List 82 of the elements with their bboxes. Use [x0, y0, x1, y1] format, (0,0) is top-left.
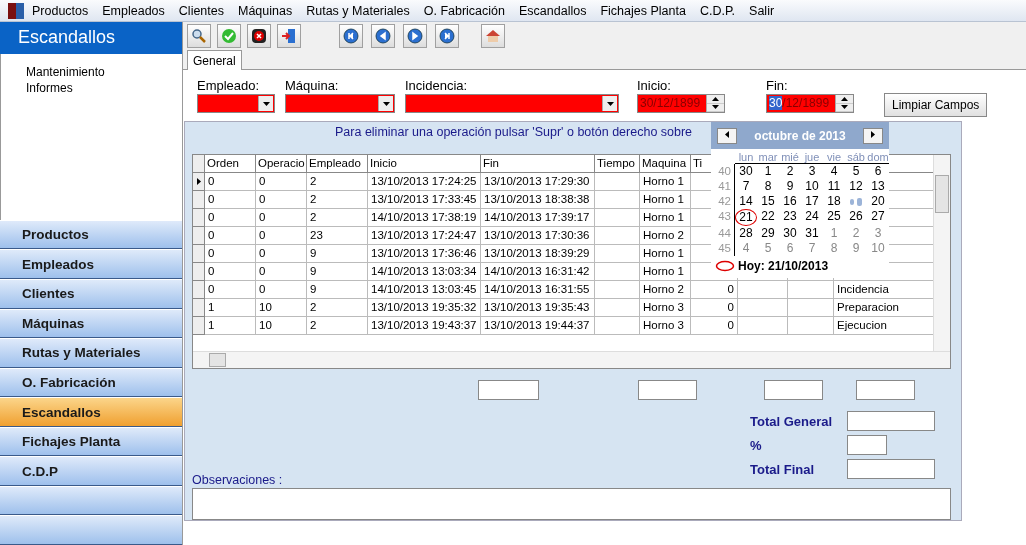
table-cell: 14/10/2013 17:39:17 [481, 209, 595, 227]
total-general-label: Total General [750, 413, 834, 429]
table-cell: 13/10/2013 17:29:30 [481, 173, 595, 191]
week-number: 44 [715, 226, 735, 241]
weekday-label: mié [779, 151, 801, 164]
table-cell: 0 [205, 263, 256, 281]
table-cell: 13/10/2013 19:35:43 [481, 299, 595, 317]
table-cell: 2 [307, 299, 368, 317]
table-cell: 13/10/2013 18:39:29 [481, 245, 595, 263]
percent-label: % [750, 437, 763, 453]
weekday-label: sáb [845, 151, 867, 164]
table-cell: 1 [205, 299, 256, 317]
table-cell: 0 [256, 245, 307, 263]
total-final-label: Total Final [750, 461, 816, 477]
table-cell: 13/10/2013 19:44:37 [481, 317, 595, 335]
table-cell: 14/10/2013 13:03:34 [368, 263, 481, 281]
week-number: 41 [715, 179, 735, 194]
table-cell: 13/10/2013 19:43:37 [368, 317, 481, 335]
table-cell: 9 [307, 281, 368, 299]
table-cell: 9 [307, 245, 368, 263]
table-cell: 13/10/2013 17:33:45 [368, 191, 481, 209]
table-cell: 0 [205, 227, 256, 245]
table-cell: 10 [256, 317, 307, 335]
field-label: Empleado: [197, 78, 261, 94]
table-cell: 0 [205, 245, 256, 263]
field-label: Inicio: [637, 78, 672, 94]
table-cell: Horno 3 [640, 299, 691, 317]
table-cell: Horno 1 [640, 209, 691, 227]
weekday-label: vie [823, 151, 845, 164]
week-number: 45 [715, 241, 735, 256]
table-cell: Horno 2 [640, 281, 691, 299]
table-cell: 14/10/2013 16:31:55 [481, 281, 595, 299]
table-cell: 0 [256, 173, 307, 191]
table-cell: 14/10/2013 17:38:19 [368, 209, 481, 227]
hint-text: Para eliminar una operación pulsar 'Supr' o botón derecho sobre [335, 125, 693, 139]
table-cell: 2 [307, 173, 368, 191]
table-cell: 14/10/2013 16:31:42 [481, 263, 595, 281]
week-number: 40 [715, 164, 735, 179]
table-cell: 13/10/2013 19:35:32 [368, 299, 481, 317]
table-cell: 0 [691, 281, 738, 299]
week-number: 43 [715, 209, 735, 226]
table-cell: 9 [307, 263, 368, 281]
table-cell: Horno 2 [640, 227, 691, 245]
table-cell: 0 [205, 173, 256, 191]
table-cell: 13/10/2013 18:38:38 [481, 191, 595, 209]
weekday-label: mar [757, 151, 779, 164]
field-label: Incidencia: [405, 78, 469, 94]
table-cell: Horno 1 [640, 263, 691, 281]
table-cell: 23 [307, 227, 368, 245]
table-cell: 0 [205, 191, 256, 209]
observations-label: Observaciones : [192, 473, 284, 487]
table-cell: Horno 3 [640, 317, 691, 335]
table-cell: 0 [205, 281, 256, 299]
table-cell: 13/10/2013 17:24:25 [368, 173, 481, 191]
table-cell: 0 [256, 281, 307, 299]
table-cell: 0 [691, 317, 738, 335]
weekday-label: jue [801, 151, 823, 164]
week-number: 42 [715, 194, 735, 209]
table-cell: 0 [691, 299, 738, 317]
table-cell: 0 [256, 191, 307, 209]
sidebar-title: Escandallos [0, 22, 182, 54]
field-label: Máquina: [285, 78, 340, 94]
table-cell: 0 [256, 227, 307, 245]
table-cell: 2 [307, 317, 368, 335]
table-cell: Horno 1 [640, 245, 691, 263]
table-cell: 10 [256, 299, 307, 317]
table-cell: 2 [307, 209, 368, 227]
table-cell: 0 [205, 209, 256, 227]
table-cell: 0 [256, 209, 307, 227]
weekday-label: lun [735, 151, 757, 164]
table-cell: 13/10/2013 17:30:36 [481, 227, 595, 245]
table-cell: 1 [205, 317, 256, 335]
table-cell: Horno 1 [640, 191, 691, 209]
table-cell: 0 [256, 263, 307, 281]
table-cell: 14/10/2013 13:03:45 [368, 281, 481, 299]
field-label: Fin: [766, 78, 789, 94]
table-cell: Horno 1 [640, 173, 691, 191]
weekday-label: dom [867, 151, 889, 164]
table-cell: 13/10/2013 17:36:46 [368, 245, 481, 263]
table-cell: 2 [307, 191, 368, 209]
calendar-month: octubre de 2013 [754, 128, 846, 143]
table-cell: 13/10/2013 17:24:47 [368, 227, 481, 245]
